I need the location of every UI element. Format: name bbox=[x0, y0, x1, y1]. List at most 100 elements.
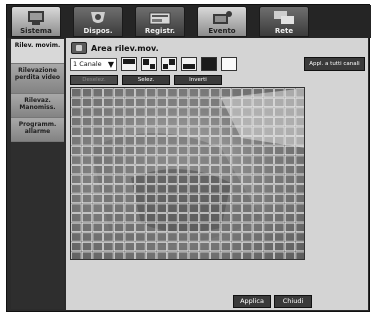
grid-cell[interactable] bbox=[103, 251, 114, 260]
grid-cell[interactable] bbox=[71, 117, 82, 127]
tab-rete[interactable]: Rete bbox=[259, 6, 309, 37]
grid-cell[interactable] bbox=[199, 88, 210, 98]
grid-cell[interactable] bbox=[71, 174, 82, 184]
grid-cell[interactable] bbox=[124, 88, 135, 98]
grid-cell[interactable] bbox=[71, 213, 82, 223]
grid-cell[interactable] bbox=[71, 88, 82, 98]
grid-cell[interactable] bbox=[146, 107, 157, 117]
layout-bottom-button[interactable] bbox=[181, 57, 197, 71]
grid-cell[interactable] bbox=[135, 117, 146, 127]
layout-right-button[interactable] bbox=[161, 57, 177, 71]
grid-cell[interactable] bbox=[188, 88, 199, 98]
grid-cell[interactable] bbox=[242, 242, 253, 252]
grid-cell[interactable] bbox=[199, 97, 210, 107]
grid-cell[interactable] bbox=[178, 117, 189, 127]
grid-cell[interactable] bbox=[156, 107, 167, 117]
grid-cell[interactable] bbox=[71, 107, 82, 117]
grid-cell[interactable] bbox=[263, 165, 274, 175]
grid-cell[interactable] bbox=[113, 88, 125, 98]
grid-cell[interactable] bbox=[252, 193, 264, 204]
grid-cell[interactable] bbox=[81, 232, 93, 242]
grid-cell[interactable] bbox=[81, 88, 93, 98]
grid-cell[interactable] bbox=[92, 232, 103, 242]
grid-cell[interactable] bbox=[252, 242, 264, 252]
grid-cell[interactable] bbox=[199, 242, 210, 252]
grid-cell[interactable] bbox=[124, 97, 135, 107]
grid-cell[interactable] bbox=[263, 232, 274, 242]
grid-cell[interactable] bbox=[92, 126, 103, 136]
grid-cell[interactable] bbox=[103, 242, 114, 252]
grid-cell[interactable] bbox=[188, 126, 199, 136]
grid-cell[interactable] bbox=[156, 251, 167, 260]
grid-cell[interactable] bbox=[274, 174, 285, 184]
tab-evento[interactable]: Evento bbox=[197, 6, 247, 37]
grid-cell[interactable] bbox=[124, 117, 135, 127]
grid-cell[interactable] bbox=[135, 97, 146, 107]
grid-cell[interactable] bbox=[92, 88, 103, 98]
layout-full-button[interactable] bbox=[121, 57, 137, 71]
grid-cell[interactable] bbox=[263, 155, 274, 165]
grid-cell[interactable] bbox=[284, 222, 296, 232]
grid-cell[interactable] bbox=[81, 203, 93, 213]
grid-cell[interactable] bbox=[81, 155, 93, 165]
grid-cell[interactable] bbox=[167, 97, 178, 107]
grid-cell[interactable] bbox=[124, 107, 135, 117]
deselect-button[interactable]: Deselez. bbox=[70, 75, 118, 85]
grid-cell[interactable] bbox=[295, 193, 305, 204]
grid-cell[interactable] bbox=[92, 97, 103, 107]
grid-cell[interactable] bbox=[113, 107, 125, 117]
grid-cell[interactable] bbox=[284, 193, 296, 204]
grid-cell[interactable] bbox=[252, 155, 264, 165]
grid-cell[interactable] bbox=[284, 145, 296, 156]
grid-cell[interactable] bbox=[188, 117, 199, 127]
grid-cell[interactable] bbox=[295, 213, 305, 223]
grid-cell[interactable] bbox=[242, 251, 253, 260]
grid-cell[interactable] bbox=[252, 165, 264, 175]
grid-cell[interactable] bbox=[284, 155, 296, 165]
invert-button[interactable]: Inverti bbox=[174, 75, 222, 85]
camera-preview[interactable] bbox=[70, 87, 305, 260]
grid-cell[interactable] bbox=[81, 117, 93, 127]
grid-cell[interactable] bbox=[231, 145, 242, 156]
grid-cell[interactable] bbox=[252, 174, 264, 184]
grid-cell[interactable] bbox=[274, 213, 285, 223]
grid-cell[interactable] bbox=[295, 251, 305, 260]
grid-cell[interactable] bbox=[274, 232, 285, 242]
grid-cell[interactable] bbox=[210, 107, 221, 117]
grid-cell[interactable] bbox=[81, 213, 93, 223]
grid-cell[interactable] bbox=[113, 126, 125, 136]
grid-cell[interactable] bbox=[220, 136, 231, 146]
grid-cell[interactable] bbox=[284, 203, 296, 213]
grid-cell[interactable] bbox=[263, 174, 274, 184]
tab-sistema[interactable]: Sistema bbox=[11, 6, 61, 37]
tab-dispositivi[interactable]: Dispos. bbox=[73, 6, 123, 37]
grid-cell[interactable] bbox=[103, 117, 114, 127]
grid-cell[interactable] bbox=[124, 251, 135, 260]
grid-cell[interactable] bbox=[263, 193, 274, 204]
sidebar-item-motion-detection[interactable]: Rilev. movim. bbox=[11, 39, 64, 64]
grid-cell[interactable] bbox=[146, 97, 157, 107]
grid-cell[interactable] bbox=[284, 213, 296, 223]
grid-cell[interactable] bbox=[146, 251, 157, 260]
grid-cell[interactable] bbox=[135, 251, 146, 260]
grid-cell[interactable] bbox=[113, 117, 125, 127]
grid-cell[interactable] bbox=[71, 97, 82, 107]
grid-cell[interactable] bbox=[71, 126, 82, 136]
grid-cell[interactable] bbox=[81, 126, 93, 136]
grid-cell[interactable] bbox=[71, 203, 82, 213]
grid-cell[interactable] bbox=[220, 242, 231, 252]
grid-cell[interactable] bbox=[263, 145, 274, 156]
grid-cell[interactable] bbox=[263, 251, 274, 260]
grid-cell[interactable] bbox=[92, 107, 103, 117]
grid-cell[interactable] bbox=[274, 203, 285, 213]
grid-cell[interactable] bbox=[188, 107, 199, 117]
grid-cell[interactable] bbox=[92, 242, 103, 252]
grid-cell[interactable] bbox=[156, 117, 167, 127]
grid-cell[interactable] bbox=[92, 203, 103, 213]
grid-cell[interactable] bbox=[231, 242, 242, 252]
grid-cell[interactable] bbox=[242, 174, 253, 184]
grid-cell[interactable] bbox=[274, 242, 285, 252]
grid-cell[interactable] bbox=[81, 97, 93, 107]
grid-cell[interactable] bbox=[295, 203, 305, 213]
layout-all-button[interactable] bbox=[201, 57, 217, 71]
